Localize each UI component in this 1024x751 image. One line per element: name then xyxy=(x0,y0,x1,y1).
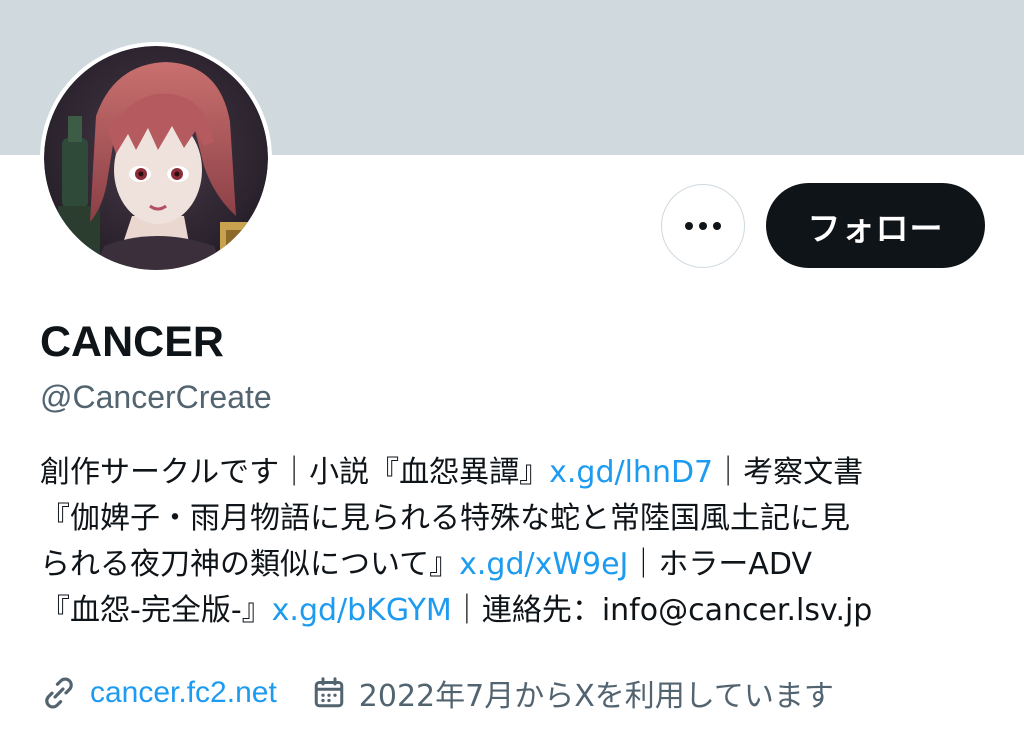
bio-line: 創作サークルです｜小説『血怨異譚』x.gd/lhnD7｜考察文書 xyxy=(40,450,990,496)
bio-link[interactable]: x.gd/xW9eJ xyxy=(459,547,628,582)
bio-link[interactable]: x.gd/bKGYM xyxy=(272,593,452,628)
more-horizontal-icon xyxy=(685,222,721,230)
bio-text: 『血怨-完全版-』 xyxy=(40,593,272,628)
bio-text: ｜連絡先：info@cancer.lsv.jp xyxy=(451,593,873,628)
follow-button[interactable]: フォロー xyxy=(766,183,985,268)
calendar-icon xyxy=(314,677,344,708)
display-name: CANCER xyxy=(40,318,224,366)
website-link[interactable]: cancer.fc2.net xyxy=(90,676,277,710)
profile-bio: 創作サークルです｜小説『血怨異譚』x.gd/lhnD7｜考察文書 『伽婢子・雨月… xyxy=(40,450,990,634)
joined-date: 2022年7月からXを利用しています xyxy=(358,679,834,714)
bio-line: られる夜刀神の類似について』x.gd/xW9eJ｜ホラーADV xyxy=(40,542,990,588)
bio-link[interactable]: x.gd/lhnD7 xyxy=(549,455,713,490)
bio-line: 『伽婢子・雨月物語に見られる特殊な蛇と常陸国風土記に見 xyxy=(40,496,990,542)
more-options-button[interactable] xyxy=(661,184,745,268)
profile-meta: cancer.fc2.net 2022年7月からXを利用しています xyxy=(40,671,834,715)
avatar-image xyxy=(44,46,268,270)
bio-text: 『伽婢子・雨月物語に見られる特殊な蛇と常陸国風土記に見 xyxy=(40,501,850,536)
link-icon xyxy=(45,677,73,709)
avatar[interactable] xyxy=(40,42,272,274)
bio-text: 創作サークルです｜小説『血怨異譚』 xyxy=(40,455,550,490)
bio-text: ｜ホラーADV xyxy=(628,547,813,582)
profile-page: フォロー CANCER @CancerCreate 創作サークルです｜小説『血怨… xyxy=(0,0,1024,751)
user-handle: @CancerCreate xyxy=(40,379,272,415)
bio-text: ｜考察文書 xyxy=(713,455,864,490)
bio-line: 『血怨-完全版-』x.gd/bKGYM｜連絡先：info@cancer.lsv.… xyxy=(40,588,990,634)
bio-text: られる夜刀神の類似について』 xyxy=(40,547,460,582)
